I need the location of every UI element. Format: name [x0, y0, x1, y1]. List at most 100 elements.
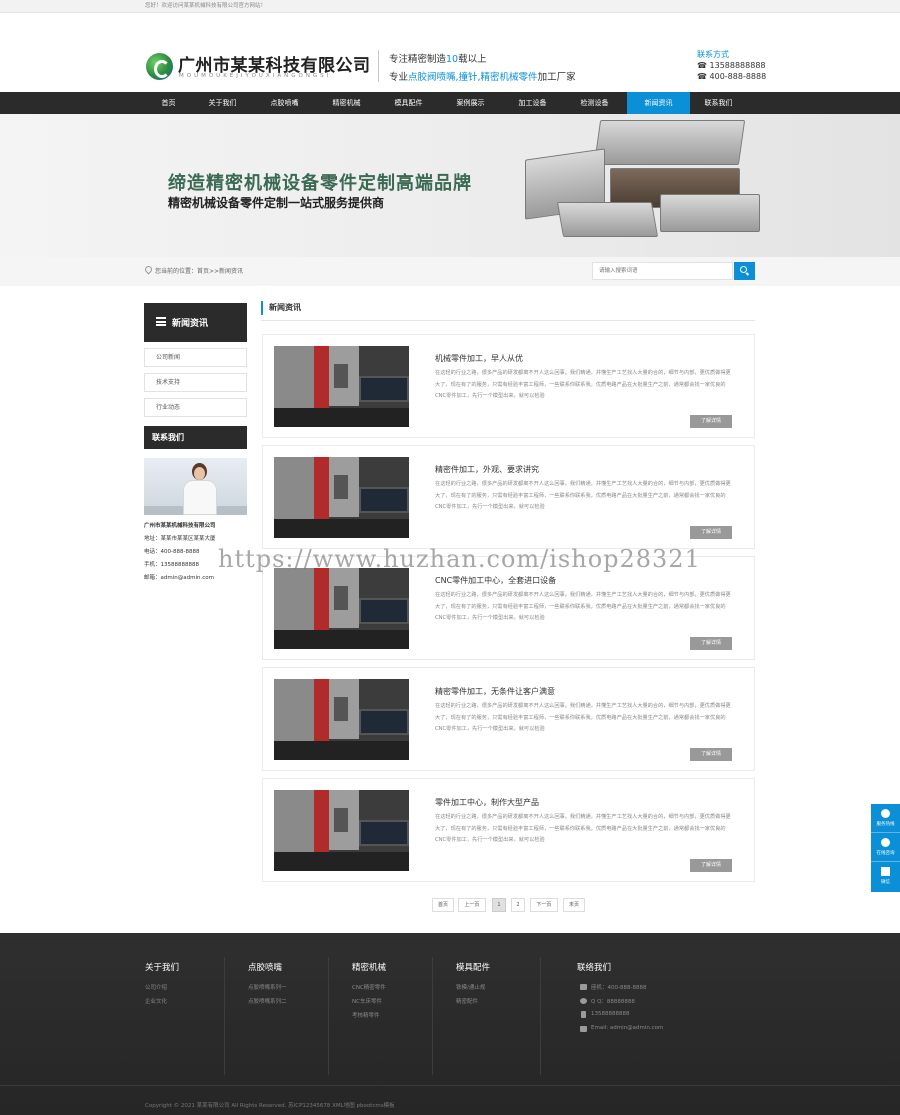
logo-subtitle: MOUMOUKEJIYOUXIANGONGSI — [179, 73, 332, 79]
header-divider — [378, 50, 379, 82]
footer-link[interactable]: 精密配件 — [456, 997, 478, 1005]
news-thumbnail[interactable] — [274, 568, 409, 649]
footer-landline: 座机：400-888-8888 — [591, 985, 647, 991]
sidebar-item-industry-news[interactable]: 行业动态 — [144, 398, 247, 417]
customer-service-photo — [144, 458, 247, 515]
pagination-next[interactable]: 下一页 — [530, 898, 558, 912]
footer-link[interactable]: 企业文化 — [145, 997, 167, 1005]
pagination-prev[interactable]: 上一页 — [458, 898, 486, 912]
menu-icon — [156, 317, 166, 326]
read-more-button[interactable]: 了解详情 — [690, 748, 732, 761]
search-input[interactable] — [592, 262, 733, 280]
news-card[interactable]: 精密件加工，外观、要求讲究 在这轻的行业之路，很多产品的研发都离不开人这么回事。… — [262, 445, 755, 549]
float-consult-button[interactable]: 在线咨询 — [871, 833, 900, 862]
slogan-line-1: 专注精密制造10载以上 — [389, 54, 487, 65]
nav-item-inspection[interactable]: 检测设备 — [563, 92, 626, 114]
nav-item-contact[interactable]: 联系我们 — [687, 92, 750, 114]
news-excerpt: 在这轻的行业之路，很多产品的研发都离不开人这么回事。我们精通，并懂生产工艺找人大… — [435, 814, 731, 843]
floating-contact-bar: 服务热线 在线咨询 微信 — [871, 804, 900, 892]
news-excerpt: 在这轻的行业之路，很多产品的研发都离不开人这么回事。我们精通，并懂生产工艺找人大… — [435, 592, 731, 621]
sidebar-phone: 电话：400-888-8888 — [144, 549, 200, 555]
slogan-line-2: 专业点胶阀喷嘴,撞针,精密机械零件加工厂家 — [389, 72, 576, 83]
news-card[interactable]: 精密零件加工，无条件让客户满意 在这轻的行业之路，很多产品的研发都离不开人这么回… — [262, 667, 755, 771]
search-button[interactable] — [734, 262, 755, 280]
pagination-last[interactable]: 末页 — [563, 898, 585, 912]
read-more-button[interactable]: 了解详情 — [690, 415, 732, 428]
site-header: 广州市某某科技有限公司 MOUMOUKEJIYOUXIANGONGSI 专注精密… — [0, 13, 900, 92]
breadcrumb[interactable]: 您当前的位置：首页>>新闻资讯 — [155, 266, 243, 275]
hero-banner: 缔造精密机械设备零件定制高端品牌 精密机械设备零件定制一站式服务提供商 — [0, 114, 900, 257]
footer-link[interactable]: 点胶喷嘴系列一 — [248, 983, 287, 991]
page-title: 新闻资讯 — [269, 303, 301, 312]
news-thumbnail[interactable] — [274, 679, 409, 760]
qrcode-icon — [881, 867, 890, 876]
read-more-button[interactable]: 了解详情 — [690, 637, 732, 650]
pagination-first[interactable]: 首页 — [432, 898, 454, 912]
news-excerpt: 在这轻的行业之路，很多产品的研发都离不开人这么回事。我们精通，并懂生产工艺找人大… — [435, 481, 731, 510]
footer-contact-title: 联络我们 — [577, 963, 612, 973]
footer-link[interactable]: NC车床零件 — [352, 997, 382, 1005]
float-hotline-button[interactable]: 服务热线 — [871, 804, 900, 833]
mobile-icon: ☎ — [697, 61, 707, 70]
news-title[interactable]: 机械零件加工，早人从优 — [435, 353, 523, 364]
sidebar-email: 邮箱：admin@admin.com — [144, 575, 214, 581]
footer-mobile: 13588888888 — [591, 1011, 630, 1017]
search-icon — [740, 266, 747, 273]
sidebar-item-company-news[interactable]: 公司新闻 — [144, 348, 247, 367]
title-accent — [261, 301, 263, 315]
news-excerpt: 在这轻的行业之路，很多产品的研发都离不开人这么回事。我们精通，并懂生产工艺找人大… — [435, 370, 731, 399]
footer-link[interactable]: CNC精密零件 — [352, 983, 386, 991]
sidebar-company-name: 广州市某某机械科技有限公司 — [144, 523, 216, 529]
nav-item-equipment[interactable]: 加工设备 — [501, 92, 564, 114]
news-thumbnail[interactable] — [274, 457, 409, 538]
news-title[interactable]: 精密件加工，外观、要求讲究 — [435, 464, 539, 475]
float-wechat-button[interactable]: 微信 — [871, 862, 900, 891]
footer-link[interactable]: 考核精零件 — [352, 1011, 380, 1019]
nav-item-machinery[interactable]: 精密机械 — [315, 92, 378, 114]
pagination-page-2[interactable]: 2 — [511, 898, 525, 912]
top-welcome-bar: 您好！欢迎访问某某机械科技有限公司官方网站！ — [0, 0, 900, 13]
news-excerpt: 在这轻的行业之路，很多产品的研发都离不开人这么回事。我们精通，并懂生产工艺找人大… — [435, 703, 731, 732]
news-thumbnail[interactable] — [274, 790, 409, 871]
footer-col-machinery[interactable]: 精密机械 — [352, 961, 386, 973]
news-thumbnail[interactable] — [274, 346, 409, 427]
email-icon — [580, 1026, 587, 1032]
footer-col-mold-parts[interactable]: 模具配件 — [456, 961, 490, 973]
news-title[interactable]: CNC零件加工中心，全套进口设备 — [435, 575, 556, 586]
header-contact-title: 联系方式 — [697, 50, 729, 59]
nav-item-news[interactable]: 新闻资讯 — [627, 92, 690, 114]
news-card[interactable]: 零件加工中心，制作大型产品 在这轻的行业之路，很多产品的研发都离不开人这么回事。… — [262, 778, 755, 882]
nav-item-mold-parts[interactable]: 模具配件 — [377, 92, 440, 114]
footer-link[interactable]: 公司介绍 — [145, 983, 167, 991]
banner-title: 缔造精密机械设备零件定制高端品牌 — [168, 173, 472, 194]
nav-item-about[interactable]: 关于我们 — [191, 92, 254, 114]
footer-col-about[interactable]: 关于我们 — [145, 961, 179, 973]
landline-icon — [580, 984, 587, 990]
nav-item-nozzle[interactable]: 点胶喷嘴 — [253, 92, 316, 114]
footer-link[interactable]: 点胶喷嘴系列二 — [248, 997, 287, 1005]
title-divider — [261, 320, 755, 321]
chat-icon — [881, 838, 890, 847]
footer-copyright[interactable]: Copyright © 2021 某某有限公司 All Rights Reser… — [145, 1101, 395, 1109]
sidebar-mobile: 手机：13588888888 — [144, 562, 199, 568]
sidebar-contact-heading: 联系我们 — [144, 426, 247, 449]
read-more-button[interactable]: 了解详情 — [690, 526, 732, 539]
sidebar-item-tech-support[interactable]: 技术支持 — [144, 373, 247, 392]
watermark-text: https://www.huzhan.com/ishop28321 — [218, 545, 701, 573]
mobile-icon — [581, 1011, 586, 1018]
logo-icon[interactable] — [146, 53, 173, 80]
main-nav: 首页 关于我们 点胶喷嘴 精密机械 模具配件 案例展示 加工设备 检测设备 新闻… — [0, 92, 900, 114]
news-card[interactable]: 机械零件加工，早人从优 在这轻的行业之路，很多产品的研发都离不开人这么回事。我们… — [262, 334, 755, 438]
banner-subtitle: 精密机械设备零件定制一站式服务提供商 — [168, 196, 385, 210]
location-pin-icon — [143, 264, 154, 275]
breadcrumb-bar: 您当前的位置：首页>>新闻资讯 — [0, 257, 900, 286]
sidebar-heading: 新闻资讯 — [144, 303, 247, 342]
pagination-page-1[interactable]: 1 — [492, 898, 506, 912]
read-more-button[interactable]: 了解详情 — [690, 859, 732, 872]
news-title[interactable]: 精密零件加工，无条件让客户满意 — [435, 686, 555, 697]
footer-link[interactable]: 铁模/通止规 — [456, 983, 485, 991]
footer-col-nozzle[interactable]: 点胶喷嘴 — [248, 961, 282, 973]
news-title[interactable]: 零件加工中心，制作大型产品 — [435, 797, 539, 808]
header-hotline: ☎ 400-888-8888 — [697, 72, 767, 81]
nav-item-cases[interactable]: 案例展示 — [439, 92, 502, 114]
